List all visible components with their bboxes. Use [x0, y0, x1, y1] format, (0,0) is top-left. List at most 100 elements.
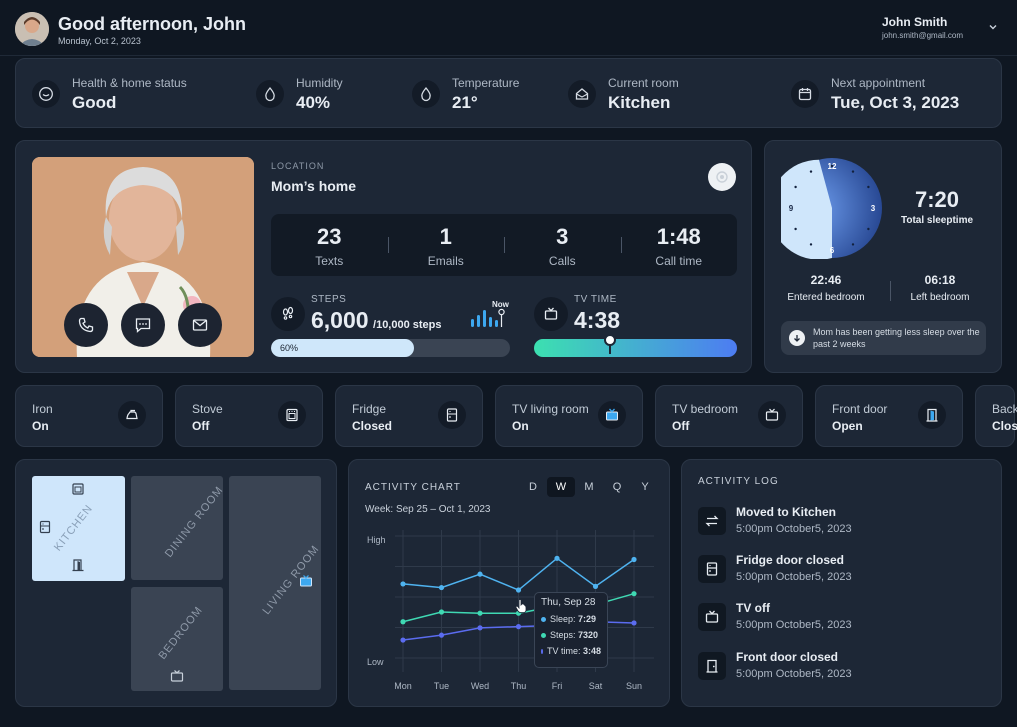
data-point[interactable]: [631, 591, 637, 597]
data-point[interactable]: [631, 556, 637, 563]
room-kitchen[interactable]: KITCHEN: [32, 476, 125, 581]
sleep-clock: 12 3 6 9: [781, 157, 883, 259]
device-card-tv-living-room[interactable]: TV living room On: [495, 385, 643, 447]
avatar[interactable]: [15, 12, 49, 46]
tooltip-label: TV time:: [546, 646, 581, 656]
stat-label: Texts: [315, 254, 344, 268]
status-label: Health & home status: [72, 75, 187, 90]
device-card-back[interactable]: Back Clos: [975, 385, 1017, 447]
droplet-icon: [256, 80, 284, 108]
log-item-time: 5:00pm October5, 2023: [736, 619, 852, 631]
status-label: Current room: [608, 75, 679, 90]
user-name[interactable]: John Smith: [882, 15, 947, 29]
email-button[interactable]: [178, 303, 222, 347]
status-value: 40%: [296, 92, 331, 112]
status-label: Next appointment: [831, 75, 926, 90]
log-item[interactable]: Fridge door closed 5:00pm October5, 2023: [698, 553, 852, 583]
status-humidity: Humidity 40%: [256, 59, 343, 129]
location-pin-button[interactable]: [708, 163, 736, 191]
data-point[interactable]: [515, 624, 522, 630]
header-date: Monday, Oct 2, 2023: [58, 36, 141, 46]
room-living[interactable]: LIVING ROOM: [229, 476, 322, 690]
room-label: BEDROOM: [156, 604, 206, 662]
room-dining[interactable]: DINING ROOM: [131, 476, 226, 580]
data-point[interactable]: [592, 583, 599, 589]
data-point[interactable]: [477, 610, 483, 616]
message-button[interactable]: [121, 303, 165, 347]
left-bedroom-time: 06:18: [924, 273, 956, 287]
status-value: Tue, Oct 3, 2023: [831, 92, 960, 112]
stat-value: 1:48: [656, 224, 701, 249]
device-card-fridge[interactable]: Fridge Closed: [335, 385, 483, 447]
log-item[interactable]: Moved to Kitchen 5:00pm October5, 2023: [698, 505, 852, 535]
device-card-front-door[interactable]: Front door Open: [815, 385, 963, 447]
data-point[interactable]: [400, 619, 406, 625]
clock-number: 6: [830, 246, 835, 255]
log-item-title: Front door closed: [736, 650, 838, 664]
target-icon: [716, 171, 728, 183]
room-label: DINING ROOM: [162, 484, 226, 560]
activity-line-chart: High Low Mon Tue Wed Thu Fri Sat Sun: [367, 530, 654, 691]
activity-chart-card: ACTIVITY CHART DWMQY Week: Sep 25 – Oct …: [348, 459, 670, 707]
tooltip-row: Steps: 7320: [541, 630, 601, 640]
legend-dot: [541, 632, 546, 638]
device-label: Front door: [832, 402, 888, 416]
home-icon: [568, 80, 596, 108]
clock-number: 9: [789, 204, 794, 213]
tv-icon: [299, 574, 313, 588]
hand-cursor-icon: [514, 598, 528, 614]
log-item[interactable]: TV off 5:00pm October5, 2023: [698, 601, 852, 631]
device-label: Fridge: [352, 402, 387, 416]
tv-icon: [758, 401, 786, 429]
log-item[interactable]: Front door closed 5:00pm October5, 2023: [698, 650, 852, 680]
data-point[interactable]: [554, 555, 560, 561]
call-button[interactable]: [64, 303, 108, 347]
legend-dot: [541, 648, 543, 654]
x-tick-label: Sat: [589, 681, 603, 691]
data-point[interactable]: [400, 581, 406, 587]
tooltip-row: Sleep: 7:29: [541, 614, 601, 624]
activity-log-title: ACTIVITY LOG: [698, 476, 779, 487]
data-point[interactable]: [438, 609, 445, 615]
steps-progress-label: 60%: [280, 343, 299, 353]
divider: [387, 237, 389, 253]
tooltip-row: TV time: 3:48: [541, 646, 601, 656]
status-bar: Health & home status Good Humidity 40% Tem…: [15, 58, 1002, 128]
stove-icon: [71, 482, 85, 496]
calendar-icon: [791, 80, 819, 108]
data-point[interactable]: [438, 584, 445, 591]
log-item-time: 5:00pm October5, 2023: [736, 523, 852, 535]
legend-dot: [541, 616, 546, 622]
device-label: Back: [992, 402, 1017, 416]
status-temperature: Temperature 21°: [412, 59, 519, 129]
stat-label: Call time: [655, 254, 703, 268]
device-card-stove[interactable]: Stove Off: [175, 385, 323, 447]
data-point[interactable]: [631, 620, 637, 626]
sleep-total-value: 7:20: [914, 187, 960, 212]
droplet-icon: [412, 80, 440, 108]
device-status: Off: [672, 419, 690, 433]
status-health: Health & home status Good: [32, 59, 187, 129]
device-card-tv-bedroom[interactable]: TV bedroom Off: [655, 385, 803, 447]
chart-tooltip: Thu, Sep 28 Sleep: 7:29 Steps: 7320 TV tim…: [534, 592, 608, 668]
arrow-down-icon: [789, 330, 805, 346]
data-point[interactable]: [477, 571, 483, 577]
data-point[interactable]: [438, 632, 445, 638]
device-card-iron[interactable]: Iron On: [15, 385, 163, 447]
data-point[interactable]: [477, 625, 483, 631]
phone-icon: [78, 317, 94, 333]
steps-readout: 6,000 /10,000 steps: [311, 307, 442, 334]
clock-number: 12: [828, 162, 837, 171]
room-bedroom[interactable]: BEDROOM: [131, 587, 223, 691]
tooltip-value: 7:29: [578, 614, 597, 624]
tv-icon: [534, 297, 568, 331]
stat-emails: 1 Emails: [387, 214, 505, 276]
status-value: Kitchen: [608, 92, 671, 112]
device-label: TV living room: [512, 402, 589, 416]
steps-label: STEPS: [311, 294, 347, 305]
data-point[interactable]: [515, 587, 522, 593]
smile-icon: [32, 80, 60, 108]
chevron-down-icon[interactable]: [988, 22, 998, 32]
data-point[interactable]: [400, 637, 406, 643]
iron-icon: [118, 401, 146, 429]
